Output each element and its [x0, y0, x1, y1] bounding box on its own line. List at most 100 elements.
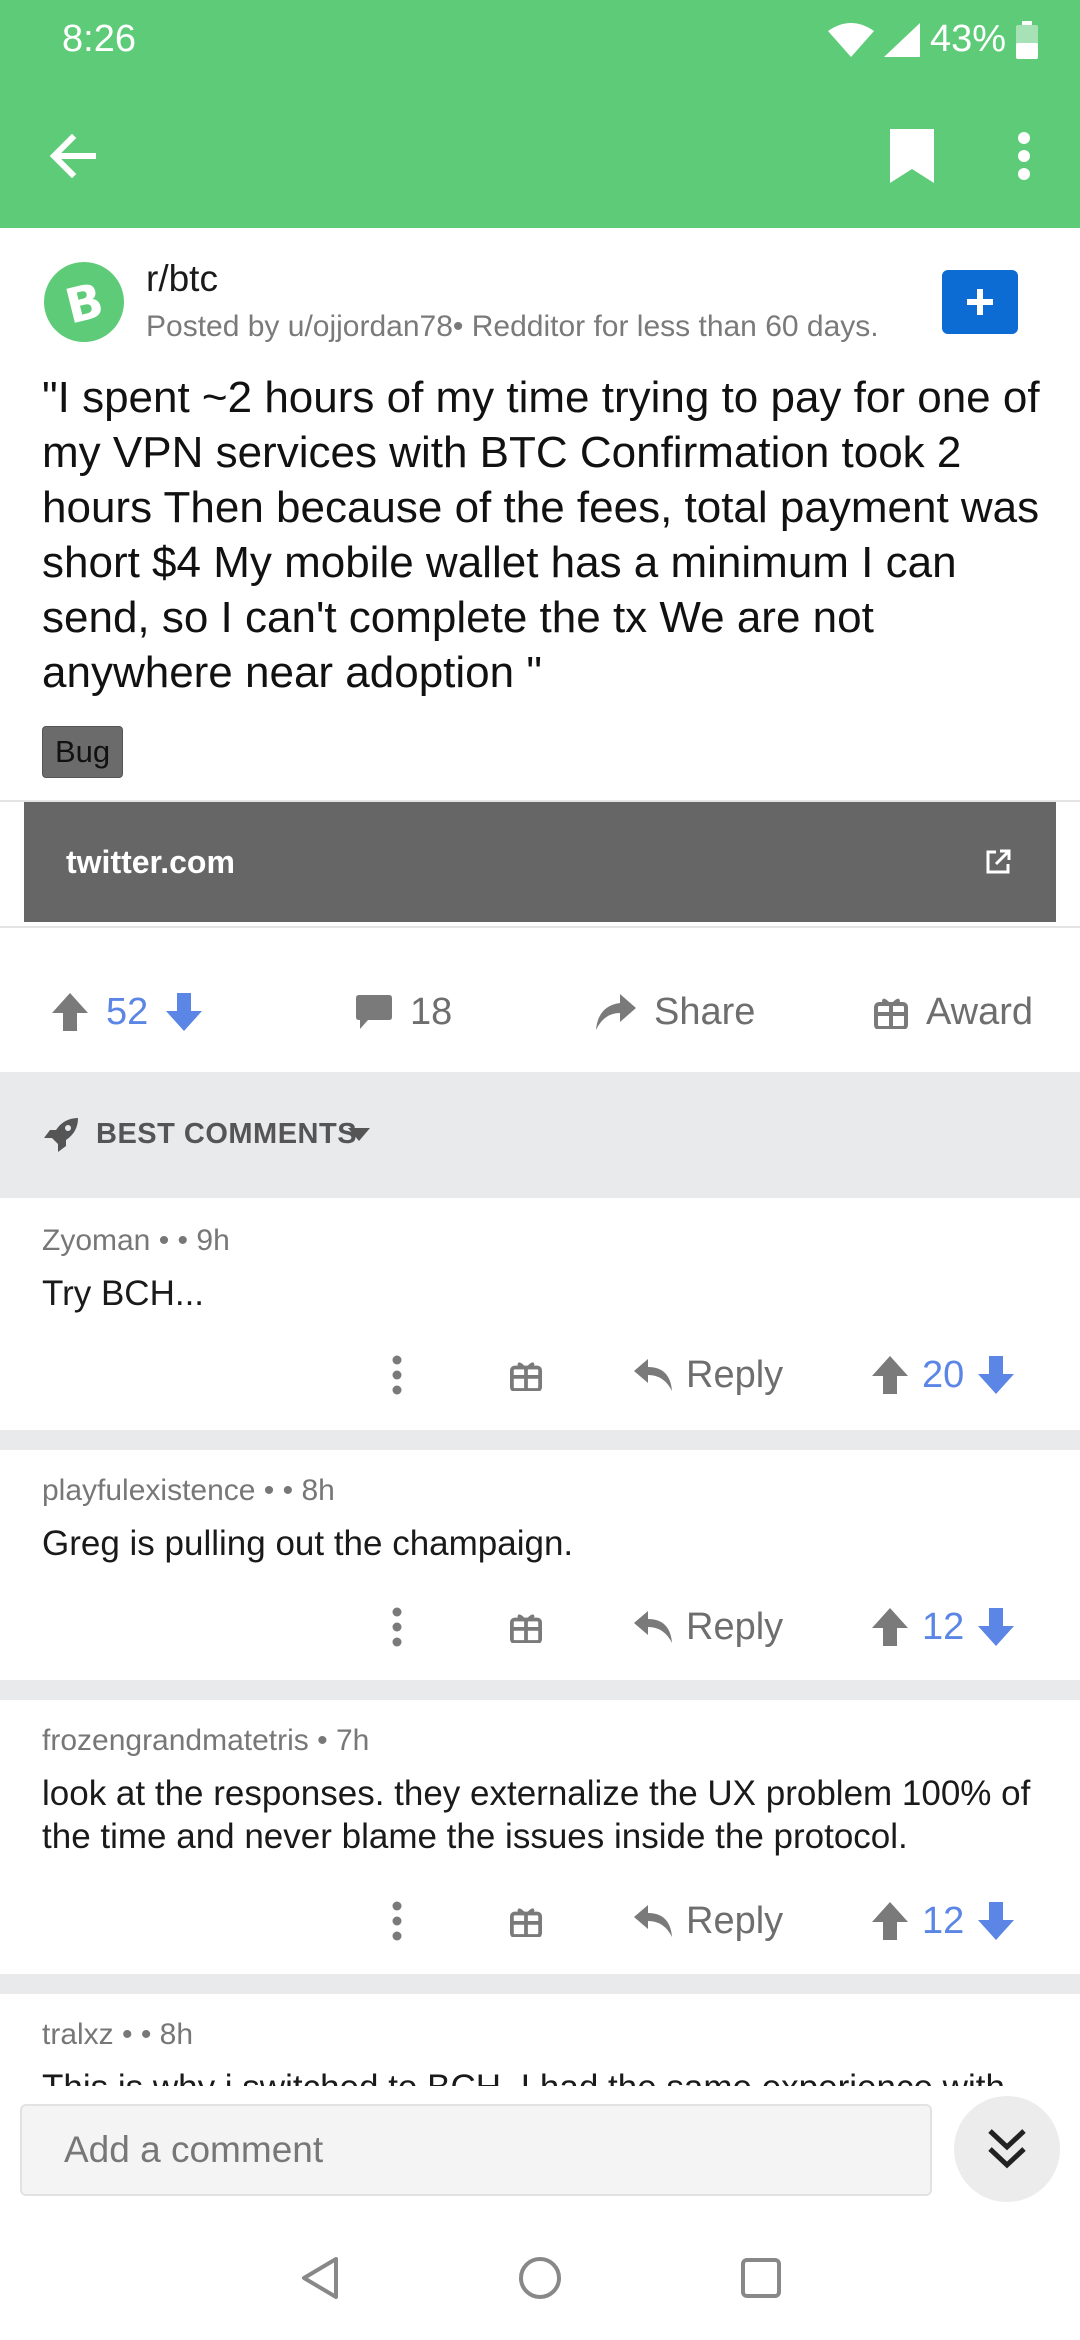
comment-reply-button[interactable]: Reply — [634, 1886, 783, 1956]
system-nav-bar — [0, 2220, 1080, 2340]
external-link-icon — [986, 849, 1011, 874]
award-label: Award — [926, 990, 1034, 1033]
comment-award-button[interactable] — [510, 1340, 542, 1410]
post-vote: 52 — [52, 952, 203, 1072]
add-comment-input[interactable]: Add a comment — [20, 2104, 932, 2196]
comment-score: 12 — [922, 1899, 965, 1942]
upvote-icon[interactable] — [872, 1608, 908, 1646]
downvote-icon[interactable] — [166, 993, 203, 1031]
subreddit-avatar[interactable]: B — [44, 262, 124, 342]
comment-author[interactable]: playfulexistence • • 8h — [42, 1474, 335, 1508]
post-actions: 52 18 Share Award — [0, 952, 1080, 1072]
link-preview[interactable]: twitter.com — [0, 800, 1080, 928]
upvote-icon[interactable] — [52, 993, 88, 1031]
comment-score: 20 — [922, 1353, 965, 1396]
comment-item: tralxz • • 8h This is why i switched to … — [0, 1994, 1080, 2086]
status-bar: 8:26 43% — [0, 0, 1080, 80]
status-time: 8:26 — [62, 18, 136, 60]
rocket-icon — [44, 1118, 78, 1152]
comment-vote: 20 — [872, 1340, 1015, 1410]
share-button[interactable]: Share — [596, 952, 755, 1072]
reply-icon — [634, 1359, 672, 1391]
signal-icon — [883, 22, 920, 57]
award-icon — [510, 1908, 542, 1937]
sort-label[interactable]: BEST COMMENTS — [96, 1118, 357, 1151]
comment-reply-button[interactable]: Reply — [634, 1340, 783, 1410]
bookmark-icon — [890, 129, 934, 183]
comment-item: Zyoman • • 9h Try BCH... Reply 20 — [0, 1198, 1080, 1430]
comment-more-button[interactable] — [392, 1886, 402, 1956]
comment-author[interactable]: tralxz • • 8h — [42, 2018, 193, 2052]
link-domain: twitter.com — [66, 844, 235, 880]
plus-icon — [967, 289, 993, 315]
comment-actions: Reply 12 — [0, 1592, 1080, 1662]
post-title: "I spent ~2 hours of my time trying to p… — [42, 373, 1040, 697]
join-subreddit-button[interactable] — [942, 270, 1018, 334]
post-score: 52 — [106, 990, 149, 1033]
comment-item: frozengrandmatetris • 7h look at the res… — [0, 1700, 1080, 1974]
more-options-button[interactable] — [1000, 118, 1048, 194]
comment-award-button[interactable] — [510, 1592, 542, 1662]
comment-divider — [0, 1974, 1080, 1994]
more-vert-icon — [392, 1901, 402, 1941]
comment-reply-button[interactable]: Reply — [634, 1592, 783, 1662]
comments-button[interactable]: 18 — [356, 952, 452, 1072]
comment-author[interactable]: Zyoman • • 9h — [42, 1224, 230, 1258]
back-button[interactable] — [36, 120, 108, 192]
comment-award-button[interactable] — [510, 1886, 542, 1956]
app-bar: 8:26 43% — [0, 0, 1080, 228]
caret-down-icon[interactable] — [348, 1128, 370, 1142]
comment-item: playfulexistence • • 8h Greg is pulling … — [0, 1450, 1080, 1680]
next-comment-button[interactable] — [954, 2096, 1060, 2202]
comment-sort-bar[interactable]: BEST COMMENTS — [0, 1072, 1080, 1198]
more-vert-icon — [392, 1355, 402, 1395]
comment-divider — [0, 1680, 1080, 1700]
subreddit-name[interactable]: r/btc — [146, 258, 218, 300]
more-vert-icon — [1018, 132, 1030, 180]
reply-label: Reply — [686, 1353, 784, 1396]
downvote-icon[interactable] — [978, 1902, 1015, 1940]
comment-icon — [356, 995, 392, 1029]
comment-more-button[interactable] — [392, 1592, 402, 1662]
reply-label: Reply — [686, 1605, 784, 1648]
comment-vote: 12 — [872, 1592, 1015, 1662]
share-icon — [596, 994, 636, 1030]
comment-actions: Reply 20 — [0, 1340, 1080, 1410]
award-button[interactable]: Award — [874, 952, 1033, 1072]
comment-vote: 12 — [872, 1886, 1015, 1956]
svg-text:B: B — [60, 274, 109, 330]
back-arrow-icon — [49, 134, 96, 178]
battery-percent: 43% — [929, 18, 1006, 60]
link-preview-card[interactable]: twitter.com — [24, 802, 1056, 922]
comment-body: look at the responses. they externalize … — [42, 1774, 1031, 1856]
reply-label: Reply — [686, 1899, 784, 1942]
bookmark-button[interactable] — [876, 118, 948, 194]
comment-actions: Reply 12 — [0, 1886, 1080, 1956]
more-vert-icon — [392, 1607, 402, 1647]
nav-back-icon[interactable] — [300, 2256, 340, 2300]
nav-home-icon[interactable] — [518, 2256, 562, 2300]
reply-icon — [634, 1611, 672, 1643]
post-meta: Posted by u/ojjordan78• Redditor for les… — [146, 310, 879, 343]
reply-icon — [634, 1905, 672, 1937]
comment-score: 12 — [922, 1605, 965, 1648]
share-label: Share — [654, 990, 756, 1033]
comment-divider — [0, 1430, 1080, 1450]
downvote-icon[interactable] — [978, 1356, 1015, 1394]
award-icon — [874, 998, 908, 1029]
upvote-icon[interactable] — [872, 1902, 908, 1940]
status-icons: 43% — [827, 18, 1038, 61]
comment-more-button[interactable] — [392, 1340, 402, 1410]
wifi-icon — [827, 22, 874, 57]
upvote-icon[interactable] — [872, 1356, 908, 1394]
comment-body: Greg is pulling out the champaign. — [42, 1524, 574, 1563]
comment-author[interactable]: frozengrandmatetris • 7h — [42, 1724, 369, 1758]
post-flair: Bug — [42, 726, 124, 778]
nav-recents-icon[interactable] — [741, 2258, 781, 2298]
chevron-double-down-icon — [988, 2129, 1026, 2169]
comment-count: 18 — [410, 990, 453, 1033]
downvote-icon[interactable] — [978, 1608, 1015, 1646]
battery-icon — [1016, 20, 1038, 59]
award-icon — [510, 1614, 542, 1643]
bitcoin-cash-icon: B — [60, 274, 109, 330]
